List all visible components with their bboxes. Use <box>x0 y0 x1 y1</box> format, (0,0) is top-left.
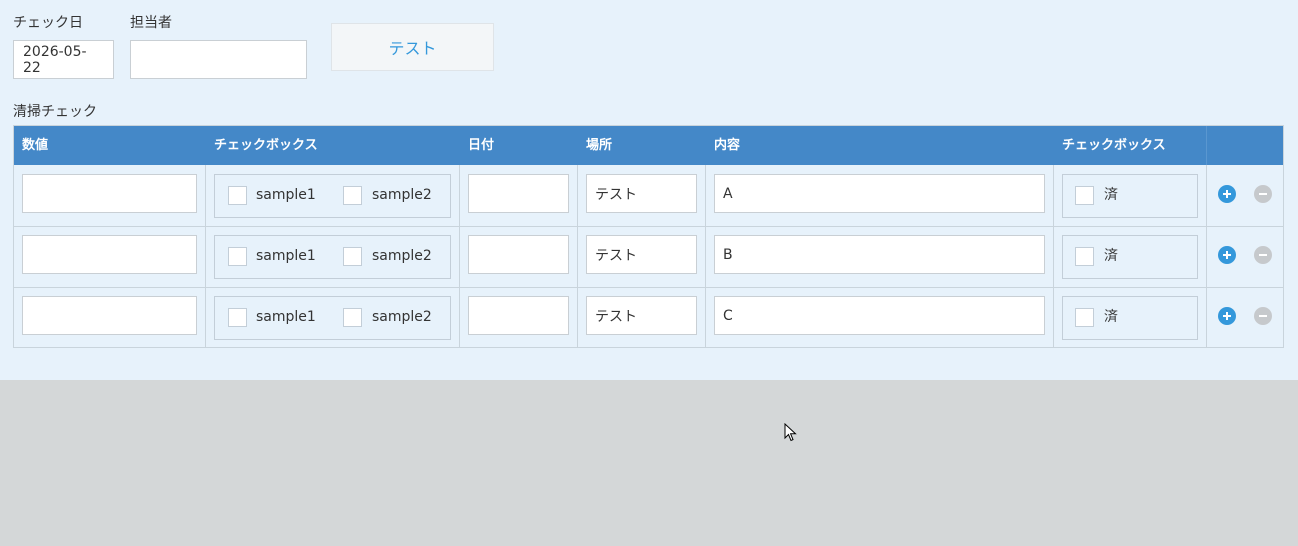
table-row: sample1 sample2 テスト C 済 <box>14 287 1283 348</box>
minus-circle-icon[interactable] <box>1254 185 1272 203</box>
sample2-label: sample2 <box>372 248 432 264</box>
column-header-content: 内容 <box>714 138 741 153</box>
content-input[interactable]: C <box>714 296 1045 335</box>
person-label: 担当者 <box>130 15 172 31</box>
table-row: sample1 sample2 テスト B 済 <box>14 226 1283 287</box>
mouse-pointer-icon <box>784 423 797 442</box>
sample1-label: sample1 <box>256 309 316 325</box>
done-checkbox-group: 済 <box>1062 235 1198 279</box>
date-input[interactable] <box>468 296 569 335</box>
done-checkbox[interactable] <box>1075 186 1094 205</box>
content-input[interactable]: B <box>714 235 1045 274</box>
test-button[interactable]: テスト <box>331 23 494 71</box>
sample1-checkbox[interactable] <box>228 308 247 327</box>
done-checkbox-group: 済 <box>1062 174 1198 218</box>
table-row: sample1 sample2 テスト A 済 <box>14 165 1283 226</box>
plus-circle-icon[interactable] <box>1218 246 1236 264</box>
minus-circle-icon[interactable] <box>1254 307 1272 325</box>
content-input[interactable]: A <box>714 174 1045 213</box>
date-input[interactable] <box>468 235 569 274</box>
check-date-label: チェック日 <box>13 15 83 31</box>
sample2-label: sample2 <box>372 187 432 203</box>
sample2-checkbox[interactable] <box>343 247 362 266</box>
minus-circle-icon[interactable] <box>1254 246 1272 264</box>
date-input[interactable] <box>468 174 569 213</box>
done-label: 済 <box>1104 248 1118 264</box>
form-panel: チェック日 2026-05-22 担当者 テスト 清掃チェック 数値 チェックボ… <box>0 0 1298 380</box>
cleaning-check-table: 数値 チェックボックス 日付 場所 内容 チェックボックス sample1 sa… <box>13 125 1284 348</box>
sample2-label: sample2 <box>372 309 432 325</box>
sample1-checkbox[interactable] <box>228 186 247 205</box>
sample1-label: sample1 <box>256 248 316 264</box>
sample1-checkbox[interactable] <box>228 247 247 266</box>
done-label: 済 <box>1104 187 1118 203</box>
column-header-checkbox-done: チェックボックス <box>1062 138 1166 153</box>
column-header-checkbox: チェックボックス <box>214 138 318 153</box>
place-input[interactable]: テスト <box>586 174 697 213</box>
check-date-input[interactable]: 2026-05-22 <box>13 40 114 79</box>
plus-circle-icon[interactable] <box>1218 185 1236 203</box>
checkbox-group: sample1 sample2 <box>214 296 451 340</box>
done-checkbox[interactable] <box>1075 308 1094 327</box>
done-label: 済 <box>1104 309 1118 325</box>
number-input[interactable] <box>22 296 197 335</box>
place-input[interactable]: テスト <box>586 235 697 274</box>
plus-circle-icon[interactable] <box>1218 307 1236 325</box>
checkbox-group: sample1 sample2 <box>214 235 451 279</box>
column-header-date: 日付 <box>468 138 495 153</box>
column-header-place: 場所 <box>586 138 613 153</box>
header-divider <box>1206 126 1207 165</box>
number-input[interactable] <box>22 235 197 274</box>
checkbox-group: sample1 sample2 <box>214 174 451 218</box>
number-input[interactable] <box>22 174 197 213</box>
done-checkbox[interactable] <box>1075 247 1094 266</box>
sample1-label: sample1 <box>256 187 316 203</box>
column-header-number: 数値 <box>22 138 49 153</box>
section-title: 清掃チェック <box>13 104 97 120</box>
place-input[interactable]: テスト <box>586 296 697 335</box>
table-header: 数値 チェックボックス 日付 場所 内容 チェックボックス <box>14 126 1283 165</box>
person-input[interactable] <box>130 40 307 79</box>
sample2-checkbox[interactable] <box>343 186 362 205</box>
done-checkbox-group: 済 <box>1062 296 1198 340</box>
sample2-checkbox[interactable] <box>343 308 362 327</box>
